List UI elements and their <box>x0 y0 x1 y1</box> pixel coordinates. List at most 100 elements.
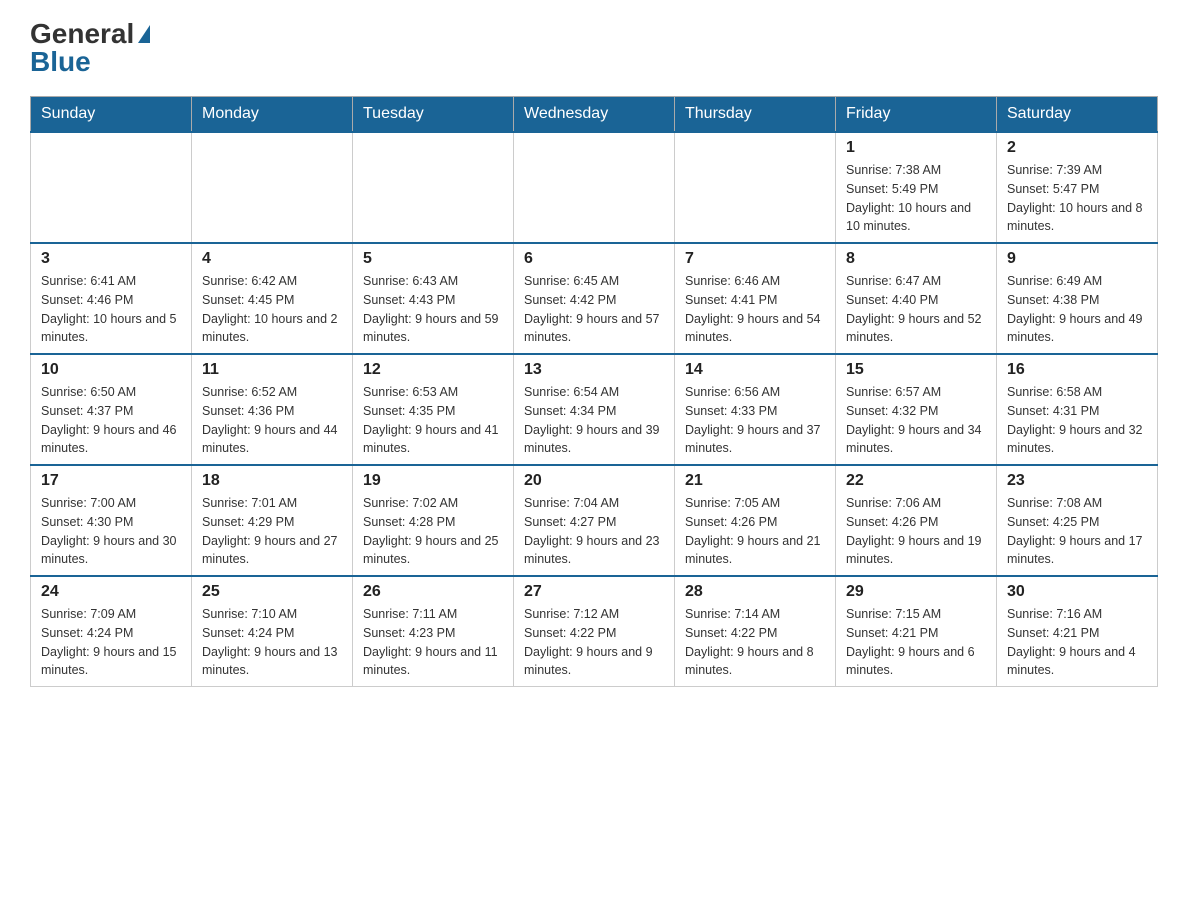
calendar-cell: 9Sunrise: 6:49 AM Sunset: 4:38 PM Daylig… <box>997 243 1158 354</box>
day-number: 26 <box>363 583 503 601</box>
calendar-week-row: 24 Sunrise: 7:09 AM Sunset: 4:24 PM Dayli… <box>31 576 1158 687</box>
day-info: Sunrise: 6:58 AM Sunset: 4:31 PM Dayligh… <box>1007 383 1147 458</box>
calendar-cell <box>675 132 836 243</box>
calendar-cell: 8 Sunrise: 6:47 AM Sunset: 4:40 PM Daylig… <box>836 243 997 354</box>
day-info: Sunrise: 7:12 AM Sunset: 4:22 PM Dayligh… <box>524 605 664 680</box>
day-info: Sunrise: 6:52 AM Sunset: 4:36 PM Dayligh… <box>202 383 342 458</box>
calendar-cell: 19 Sunrise: 7:02 AM Sunset: 4:28 PM Dayli… <box>353 465 514 576</box>
day-header-monday: Monday <box>192 97 353 133</box>
calendar-cell: 22Sunrise: 7:06 AM Sunset: 4:26 PM Dayli… <box>836 465 997 576</box>
day-number: 24 <box>41 583 181 601</box>
day-number: 2 <box>1007 139 1147 157</box>
day-number: 15 <box>846 361 986 379</box>
calendar-cell: 1 Sunrise: 7:38 AM Sunset: 5:49 PM Daylig… <box>836 132 997 243</box>
day-info: Sunrise: 6:45 AM Sunset: 4:42 PM Dayligh… <box>524 272 664 347</box>
calendar-cell: 20 Sunrise: 7:04 AM Sunset: 4:27 PM Dayli… <box>514 465 675 576</box>
day-info: Sunrise: 6:54 AM Sunset: 4:34 PM Dayligh… <box>524 383 664 458</box>
day-number: 30 <box>1007 583 1147 601</box>
calendar-cell: 2 Sunrise: 7:39 AM Sunset: 5:47 PM Daylig… <box>997 132 1158 243</box>
day-number: 16 <box>1007 361 1147 379</box>
page-header: General Blue <box>30 20 1158 76</box>
logo-general-text: General <box>30 20 134 48</box>
calendar-week-row: 17 Sunrise: 7:00 AM Sunset: 4:30 PM Dayli… <box>31 465 1158 576</box>
day-info: Sunrise: 7:04 AM Sunset: 4:27 PM Dayligh… <box>524 494 664 569</box>
day-info: Sunrise: 7:39 AM Sunset: 5:47 PM Dayligh… <box>1007 161 1147 236</box>
day-header-thursday: Thursday <box>675 97 836 133</box>
day-number: 9 <box>1007 250 1147 268</box>
calendar-week-row: 10 Sunrise: 6:50 AM Sunset: 4:37 PM Dayli… <box>31 354 1158 465</box>
day-info: Sunrise: 6:50 AM Sunset: 4:37 PM Dayligh… <box>41 383 181 458</box>
day-header-friday: Friday <box>836 97 997 133</box>
calendar-cell: 6 Sunrise: 6:45 AM Sunset: 4:42 PM Daylig… <box>514 243 675 354</box>
calendar-week-row: 1 Sunrise: 7:38 AM Sunset: 5:49 PM Daylig… <box>31 132 1158 243</box>
calendar-week-row: 3 Sunrise: 6:41 AM Sunset: 4:46 PM Daylig… <box>31 243 1158 354</box>
calendar-cell: 5Sunrise: 6:43 AM Sunset: 4:43 PM Daylig… <box>353 243 514 354</box>
day-number: 10 <box>41 361 181 379</box>
day-info: Sunrise: 7:16 AM Sunset: 4:21 PM Dayligh… <box>1007 605 1147 680</box>
day-number: 12 <box>363 361 503 379</box>
calendar-cell: 11 Sunrise: 6:52 AM Sunset: 4:36 PM Dayli… <box>192 354 353 465</box>
day-info: Sunrise: 6:57 AM Sunset: 4:32 PM Dayligh… <box>846 383 986 458</box>
day-number: 4 <box>202 250 342 268</box>
day-info: Sunrise: 6:47 AM Sunset: 4:40 PM Dayligh… <box>846 272 986 347</box>
calendar-cell: 18 Sunrise: 7:01 AM Sunset: 4:29 PM Dayli… <box>192 465 353 576</box>
day-info: Sunrise: 7:11 AM Sunset: 4:23 PM Dayligh… <box>363 605 503 680</box>
day-info: Sunrise: 7:05 AM Sunset: 4:26 PM Dayligh… <box>685 494 825 569</box>
calendar-cell: 27 Sunrise: 7:12 AM Sunset: 4:22 PM Dayli… <box>514 576 675 687</box>
calendar-header-row: SundayMondayTuesdayWednesdayThursdayFrid… <box>31 97 1158 133</box>
day-info: Sunrise: 7:10 AM Sunset: 4:24 PM Dayligh… <box>202 605 342 680</box>
day-number: 23 <box>1007 472 1147 490</box>
day-info: Sunrise: 7:08 AM Sunset: 4:25 PM Dayligh… <box>1007 494 1147 569</box>
calendar-cell: 17 Sunrise: 7:00 AM Sunset: 4:30 PM Dayli… <box>31 465 192 576</box>
calendar-cell: 10 Sunrise: 6:50 AM Sunset: 4:37 PM Dayli… <box>31 354 192 465</box>
day-number: 18 <box>202 472 342 490</box>
logo-triangle-icon <box>138 25 150 43</box>
calendar-cell: 21 Sunrise: 7:05 AM Sunset: 4:26 PM Dayli… <box>675 465 836 576</box>
calendar-cell: 29 Sunrise: 7:15 AM Sunset: 4:21 PM Dayli… <box>836 576 997 687</box>
calendar-cell: 26 Sunrise: 7:11 AM Sunset: 4:23 PM Dayli… <box>353 576 514 687</box>
day-number: 17 <box>41 472 181 490</box>
day-number: 19 <box>363 472 503 490</box>
day-number: 3 <box>41 250 181 268</box>
calendar-cell: 24 Sunrise: 7:09 AM Sunset: 4:24 PM Dayli… <box>31 576 192 687</box>
calendar-cell <box>192 132 353 243</box>
calendar-table: SundayMondayTuesdayWednesdayThursdayFrid… <box>30 96 1158 687</box>
day-number: 7 <box>685 250 825 268</box>
calendar-cell: 23 Sunrise: 7:08 AM Sunset: 4:25 PM Dayli… <box>997 465 1158 576</box>
calendar-cell: 13Sunrise: 6:54 AM Sunset: 4:34 PM Dayli… <box>514 354 675 465</box>
day-info: Sunrise: 7:01 AM Sunset: 4:29 PM Dayligh… <box>202 494 342 569</box>
calendar-cell: 14Sunrise: 6:56 AM Sunset: 4:33 PM Dayli… <box>675 354 836 465</box>
calendar-cell: 12Sunrise: 6:53 AM Sunset: 4:35 PM Dayli… <box>353 354 514 465</box>
day-info: Sunrise: 7:38 AM Sunset: 5:49 PM Dayligh… <box>846 161 986 236</box>
calendar-cell <box>353 132 514 243</box>
calendar-cell: 7 Sunrise: 6:46 AM Sunset: 4:41 PM Daylig… <box>675 243 836 354</box>
day-number: 27 <box>524 583 664 601</box>
calendar-cell: 4 Sunrise: 6:42 AM Sunset: 4:45 PM Daylig… <box>192 243 353 354</box>
day-info: Sunrise: 7:14 AM Sunset: 4:22 PM Dayligh… <box>685 605 825 680</box>
day-number: 25 <box>202 583 342 601</box>
day-info: Sunrise: 6:46 AM Sunset: 4:41 PM Dayligh… <box>685 272 825 347</box>
logo-blue-text: Blue <box>30 48 91 76</box>
day-info: Sunrise: 6:41 AM Sunset: 4:46 PM Dayligh… <box>41 272 181 347</box>
day-number: 29 <box>846 583 986 601</box>
day-info: Sunrise: 7:15 AM Sunset: 4:21 PM Dayligh… <box>846 605 986 680</box>
day-info: Sunrise: 6:43 AM Sunset: 4:43 PM Dayligh… <box>363 272 503 347</box>
day-info: Sunrise: 7:00 AM Sunset: 4:30 PM Dayligh… <box>41 494 181 569</box>
calendar-cell: 3 Sunrise: 6:41 AM Sunset: 4:46 PM Daylig… <box>31 243 192 354</box>
day-number: 11 <box>202 361 342 379</box>
day-info: Sunrise: 6:42 AM Sunset: 4:45 PM Dayligh… <box>202 272 342 347</box>
calendar-cell: 25 Sunrise: 7:10 AM Sunset: 4:24 PM Dayli… <box>192 576 353 687</box>
day-info: Sunrise: 7:02 AM Sunset: 4:28 PM Dayligh… <box>363 494 503 569</box>
day-info: Sunrise: 7:09 AM Sunset: 4:24 PM Dayligh… <box>41 605 181 680</box>
day-info: Sunrise: 7:06 AM Sunset: 4:26 PM Dayligh… <box>846 494 986 569</box>
calendar-cell: 15 Sunrise: 6:57 AM Sunset: 4:32 PM Dayli… <box>836 354 997 465</box>
calendar-cell: 30 Sunrise: 7:16 AM Sunset: 4:21 PM Dayli… <box>997 576 1158 687</box>
day-header-sunday: Sunday <box>31 97 192 133</box>
day-number: 28 <box>685 583 825 601</box>
day-number: 6 <box>524 250 664 268</box>
day-number: 1 <box>846 139 986 157</box>
day-number: 21 <box>685 472 825 490</box>
logo: General Blue <box>30 20 150 76</box>
day-number: 20 <box>524 472 664 490</box>
day-number: 8 <box>846 250 986 268</box>
